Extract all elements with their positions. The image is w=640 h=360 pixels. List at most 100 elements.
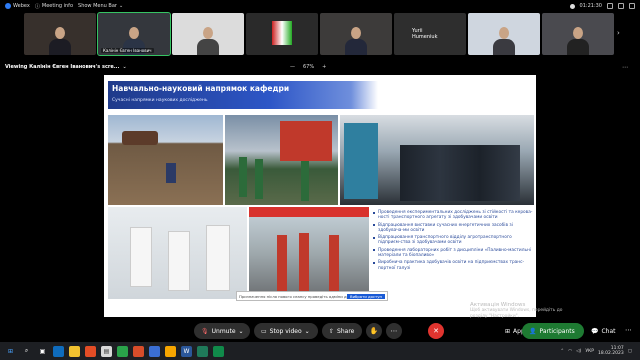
webex-logo-group[interactable]: Webex [5,3,30,9]
language-indicator[interactable]: УКР [585,349,594,354]
slide-bullet: Відпрацювання транспортного відділу агро… [372,235,534,246]
notice-button[interactable]: Вибрати доступ [346,294,385,299]
wifi-icon[interactable]: ◠ [568,349,572,354]
chevron-up-icon[interactable]: ⌃ [560,349,564,354]
apps-icon: ⊞ [505,327,511,335]
meeting-info-label: Meeting info [41,3,74,9]
zoom-in-button[interactable]: + [322,64,326,70]
chat-label: Chat [601,327,616,335]
share-button[interactable]: ⇧ Share [322,323,362,339]
participant-tile[interactable] [320,13,392,55]
close-icon: ✕ [433,327,439,335]
layout-icon[interactable] [607,3,613,9]
word-icon[interactable]: W [181,345,192,357]
viewing-label: Viewing Калінін Євген Іванович's scre... [5,64,120,70]
app-icon[interactable] [117,345,128,357]
raise-hand-icon: ✋ [369,327,379,335]
webex-logo-icon [5,3,11,9]
recording-dot-icon [569,3,575,9]
mic-muted-icon: 🎙 [201,327,209,335]
more-options-icon[interactable]: ⋯ [625,326,632,334]
participant-video [493,27,515,55]
zoom-out-button[interactable]: — [290,64,295,70]
chevron-down-icon: ⌄ [238,327,244,335]
meeting-info-button[interactable]: ⓘ Meeting info [35,3,73,10]
chat-button[interactable]: 💬 Chat [584,323,620,339]
app-icon[interactable] [197,345,208,357]
chat-icon: 💬 [591,327,599,335]
meeting-controls: 🎙 Unmute ⌄ ▭ Stop video ⌄ ⇧ Share ✋ ⋯ ✕ … [0,320,640,342]
share-label: Share [337,327,355,335]
app-icon[interactable]: ▤ [101,345,112,357]
unmute-label: Unmute [211,327,236,335]
participant-name: Калінін Євген Іванович [101,48,154,53]
participant-video [567,27,589,55]
photo-students-sprayer [225,115,338,205]
app-icon[interactable] [165,345,176,357]
participant-tile[interactable] [24,13,96,55]
unmute-button[interactable]: 🎙 Unmute ⌄ [194,323,250,339]
clock[interactable]: 11:07 18.02.2023 [598,346,624,356]
slide-title-banner: Навчально-науковий напрямок кафедри Суча… [108,81,378,109]
participant-strip: Калінін Євген Іванович Yurii Humeniuk › [0,12,640,56]
photo-students-garage [340,115,534,205]
photo-laboratory [108,207,247,299]
participant-tile-active-speaker[interactable]: Калінін Євген Іванович [97,12,171,56]
shared-slide: Навчально-науковий напрямок кафедри Суча… [104,75,536,317]
share-viewing-bar: Viewing Калінін Євген Іванович's scre...… [0,62,640,72]
photo-field-tractor [108,115,223,205]
windows-activation-watermark: Активація Windows Щоб активувати Windows… [470,302,562,320]
participants-icon: 👤 [529,327,537,335]
photo-gas-station [249,207,369,299]
more-button[interactable]: ⋯ [386,323,402,339]
more-icon: ⋯ [390,327,398,335]
stop-video-button[interactable]: ▭ Stop video ⌄ [254,323,318,339]
share-icon: ⇧ [329,327,335,335]
show-menu-bar-button[interactable]: Show Menu Bar ⌄ [78,3,123,9]
info-icon: ⓘ [34,3,40,10]
webex-taskbar-icon[interactable] [213,345,224,357]
participant-tile[interactable] [542,13,614,55]
video-camera-icon: ▭ [261,327,267,335]
windows-taskbar: ⊞ ⌕ ▣ ▤ W ⌃ ◠ ◁) УКР 11:07 18.02.2023 ▢ [0,342,640,360]
title-bar: Webex ⓘ Meeting info Show Menu Bar ⌄ 01:… [0,0,640,12]
participant-name: Yurii Humeniuk [412,28,438,40]
search-icon[interactable]: ⌕ [21,346,32,357]
show-menu-bar-label: Show Menu Bar [78,3,117,9]
clock-date: 18.02.2023 [597,351,624,356]
app-icon[interactable] [85,345,96,357]
system-tray: ⌃ ◠ ◁) УКР 11:07 18.02.2023 ▢ [560,342,632,360]
chevron-right-icon[interactable]: › [617,29,620,37]
edge-browser-icon[interactable] [53,345,64,357]
participant-video [197,27,219,55]
participant-video [49,27,71,55]
chevron-down-icon[interactable]: ⌄ [122,64,126,70]
meeting-timer: 01:21:30 [579,3,602,9]
task-view-icon[interactable]: ▣ [37,346,48,357]
access-notice: Призначення після нового сеансу проведіт… [236,291,388,301]
participant-tile[interactable] [246,13,318,55]
notification-icon[interactable]: ▢ [628,349,632,354]
reactions-button[interactable]: ✋ [366,323,382,339]
participant-video [345,27,367,55]
file-explorer-icon[interactable] [69,345,80,357]
minimize-icon[interactable] [618,3,624,9]
participant-tile[interactable] [172,13,244,55]
webex-window: Webex ⓘ Meeting info Show Menu Bar ⌄ 01:… [0,0,640,360]
participant-video [272,21,292,45]
participant-tile[interactable] [468,13,540,55]
speaker-icon[interactable]: ◁) [576,349,581,354]
participants-button[interactable]: 👤 Participants [522,323,584,339]
slide-bullet-list: Проведення експериментальних досліджень … [372,210,534,273]
more-options-icon[interactable]: ⋯ [622,64,628,71]
slide-subtitle: Сучасні напрямки наукових досліджень [112,98,208,103]
leave-meeting-button[interactable]: ✕ [428,323,444,339]
participant-tile-no-video[interactable]: Yurii Humeniuk [394,13,466,55]
chevron-down-icon: ⌄ [304,327,310,335]
app-icon[interactable] [149,345,160,357]
fullscreen-icon[interactable] [629,3,635,9]
windows-start-icon[interactable]: ⊞ [5,346,16,357]
chevron-down-icon: ⌄ [118,3,124,9]
powerpoint-icon[interactable] [133,345,144,357]
participants-label: Participants [539,327,575,335]
